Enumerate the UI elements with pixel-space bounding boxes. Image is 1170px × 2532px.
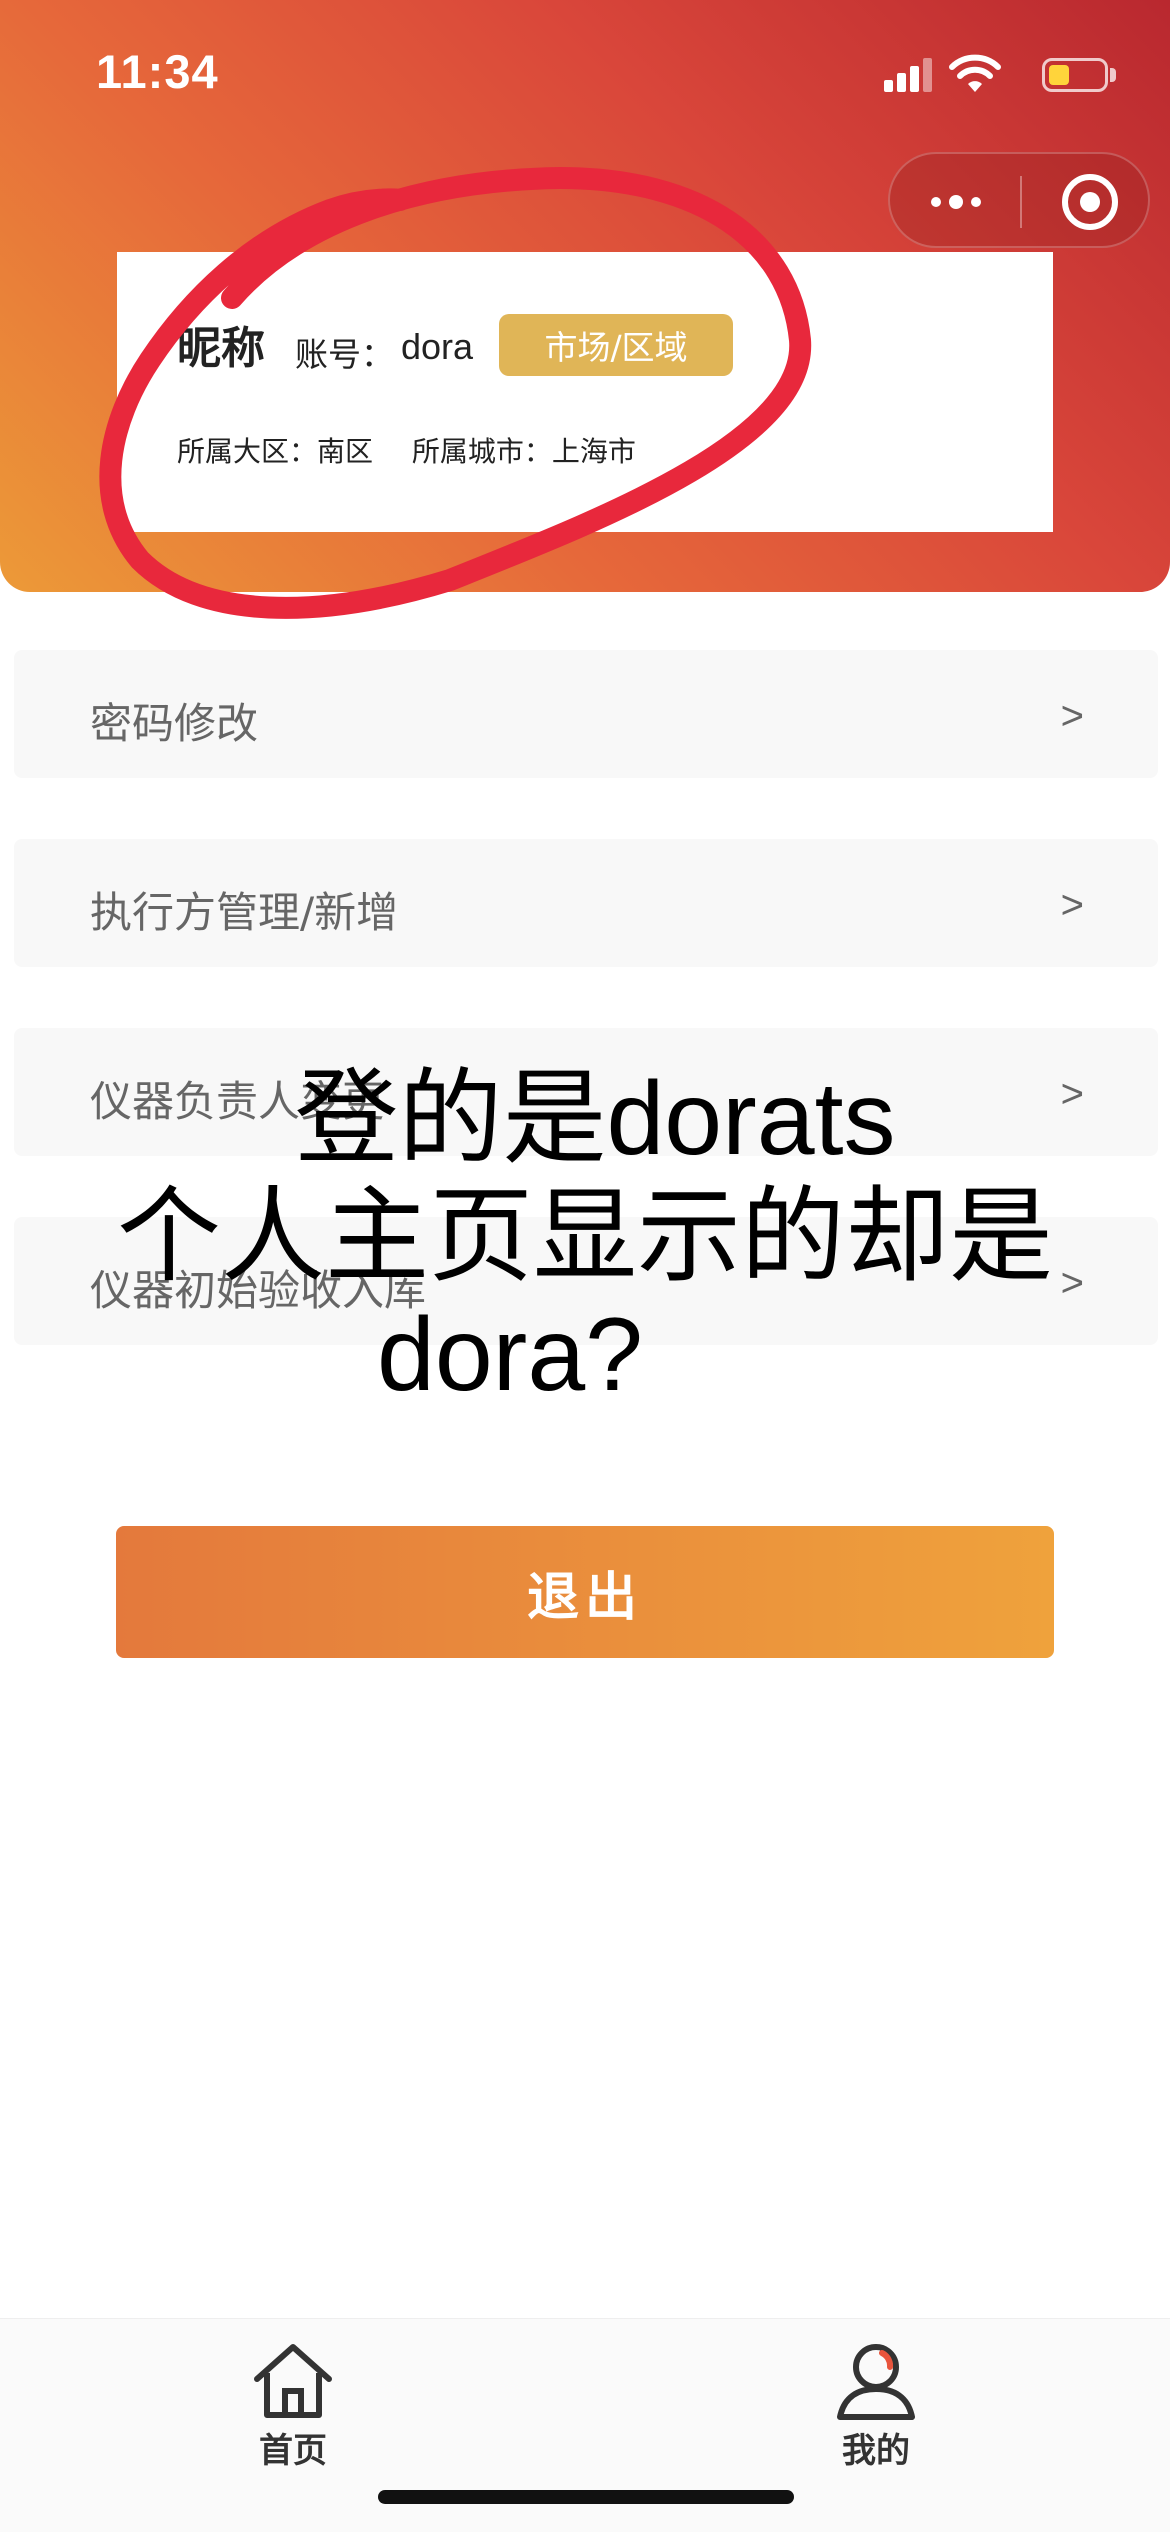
region-info: 所属大区：南区 所属城市：上海市 <box>177 430 666 470</box>
nickname: 昵称 <box>177 323 265 374</box>
tab-home-label: 首页 <box>259 2431 327 2471</box>
miniprogram-capsule <box>888 152 1150 248</box>
chevron-right-icon: > <box>1060 883 1084 927</box>
account-label: 账号： <box>295 335 394 374</box>
tab-mine[interactable]: 我的 <box>776 2341 976 2491</box>
wifi-icon <box>949 54 1001 92</box>
region-label: 所属大区：南区 <box>177 435 374 468</box>
chevron-right-icon: > <box>1060 694 1084 738</box>
capsule-divider <box>1020 176 1022 228</box>
tab-home[interactable]: 首页 <box>193 2341 393 2491</box>
status-time: 11:34 <box>96 45 219 98</box>
menu-item-label: 执行方管理/新增 <box>90 888 399 937</box>
annotation-line-1: 登的是dorats <box>294 1061 896 1177</box>
more-dots-icon[interactable] <box>924 184 988 220</box>
annotation-line-3: dora? <box>377 1297 643 1413</box>
user-icon <box>837 2344 915 2420</box>
account-value: dora <box>401 326 474 367</box>
menu-item-label: 密码修改 <box>90 699 259 748</box>
annotation-text: 登的是dorats 个人主页显示的却是 dora? <box>0 1060 1170 1414</box>
home-icon <box>254 2344 332 2418</box>
menu-item-password[interactable]: 密码修改 > <box>14 650 1158 778</box>
logout-button[interactable]: 退出 <box>116 1526 1054 1658</box>
profile-screen: 11:34 昵称 账号： dora 市场/区域 所属大区：南区 所属城市：上海市… <box>0 0 1170 2532</box>
role-badge: 市场/区域 <box>499 314 733 376</box>
battery-icon <box>1042 58 1108 92</box>
target-circle-icon[interactable] <box>1062 174 1118 230</box>
menu-item-executor-management[interactable]: 执行方管理/新增 > <box>14 839 1158 967</box>
tab-mine-label: 我的 <box>842 2431 910 2471</box>
city-label: 所属城市：上海市 <box>411 435 636 468</box>
home-indicator <box>378 2490 794 2504</box>
annotation-line-2: 个人主页显示的却是 <box>116 1179 1053 1295</box>
profile-card: 昵称 账号： dora 市场/区域 所属大区：南区 所属城市：上海市 <box>117 252 1053 532</box>
cellular-signal-icon <box>884 58 932 92</box>
